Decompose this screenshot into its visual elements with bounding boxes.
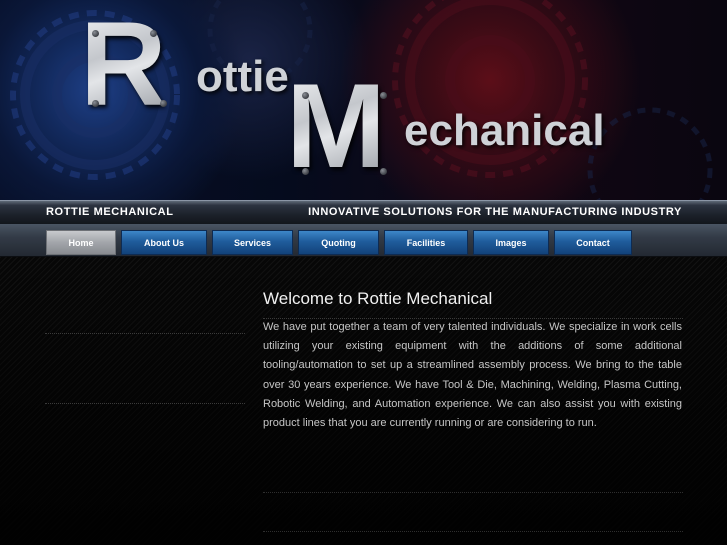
logo-word-ottie: ottie <box>196 52 289 101</box>
sidebar-divider <box>45 403 245 404</box>
nav-item-images[interactable]: Images <box>473 230 549 255</box>
nav-item-label: Home <box>68 237 94 248</box>
nav-item-label: Services <box>233 237 272 248</box>
nav-item-facilities[interactable]: Facilities <box>384 230 468 255</box>
content-divider <box>263 531 683 532</box>
sidebar-divider <box>45 333 245 334</box>
rivet-icon <box>380 92 387 99</box>
nav-item-label: Quoting <box>321 237 356 248</box>
content-divider <box>263 492 683 493</box>
nav-item-label: Images <box>495 237 527 248</box>
nav-item-quoting[interactable]: Quoting <box>298 230 379 255</box>
rivet-icon <box>150 30 157 37</box>
nav-item-contact[interactable]: Contact <box>554 230 632 255</box>
company-name: ROTTIE MECHANICAL <box>46 206 174 218</box>
nav-item-label: Facilities <box>406 237 446 248</box>
rivet-icon <box>302 92 309 99</box>
company-tagline: INNOVATIVE SOLUTIONS FOR THE MANUFACTURI… <box>308 206 682 218</box>
welcome-paragraph: We have put together a team of very tale… <box>263 321 682 430</box>
logo-letter-m: M <box>286 59 386 193</box>
header-banner: R ottie M echanical <box>0 0 727 200</box>
nav-item-home[interactable]: Home <box>46 230 116 255</box>
rivet-icon <box>160 100 167 107</box>
rivet-icon <box>92 30 99 37</box>
nav-item-about-us[interactable]: About Us <box>121 230 207 255</box>
top-info-bar: ROTTIE MECHANICAL INNOVATIVE SOLUTIONS F… <box>0 200 727 225</box>
nav-item-label: About Us <box>144 237 184 248</box>
page-title: Welcome to Rottie Mechanical <box>263 289 493 308</box>
rivet-icon <box>380 168 387 175</box>
nav-item-label: Contact <box>576 237 610 248</box>
rivet-icon <box>92 100 99 107</box>
rivet-icon <box>302 168 309 175</box>
main-navigation: Home About Us Services Quoting Facilitie… <box>0 224 727 257</box>
logo-word-echanical: echanical <box>404 106 605 155</box>
nav-item-services[interactable]: Services <box>212 230 293 255</box>
